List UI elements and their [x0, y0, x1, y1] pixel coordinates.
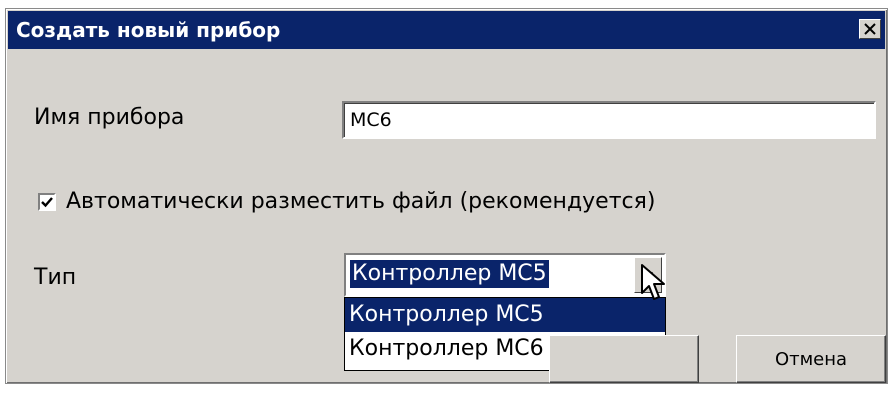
cancel-button-label: Отмена: [774, 348, 848, 370]
mouse-cursor-icon: [641, 264, 665, 300]
dialog-titlebar[interactable]: Создать новый прибор: [8, 11, 885, 49]
close-icon: [864, 23, 876, 35]
auto-place-label: Автоматически разместить файл (рекоменду…: [66, 189, 656, 214]
type-label: Тип: [34, 265, 77, 290]
auto-place-checkbox[interactable]: [38, 192, 56, 211]
close-button[interactable]: [859, 19, 881, 39]
type-option-mc5[interactable]: Контроллер MC5: [345, 298, 665, 332]
checkmark-icon: [41, 196, 53, 207]
device-name-label: Имя прибора: [34, 105, 185, 130]
dialog-title: Создать новый прибор: [16, 18, 281, 42]
create-device-dialog: Создать новый прибор Имя прибора Автомат…: [5, 8, 888, 384]
ok-button[interactable]: [549, 335, 699, 383]
type-select-value: Контроллер MC5: [350, 260, 549, 288]
device-name-input[interactable]: [342, 101, 876, 139]
type-select[interactable]: Контроллер MC5: [344, 253, 666, 297]
cancel-button[interactable]: Отмена: [736, 335, 886, 383]
auto-place-checkbox-row[interactable]: Автоматически разместить файл (рекоменду…: [38, 189, 655, 214]
